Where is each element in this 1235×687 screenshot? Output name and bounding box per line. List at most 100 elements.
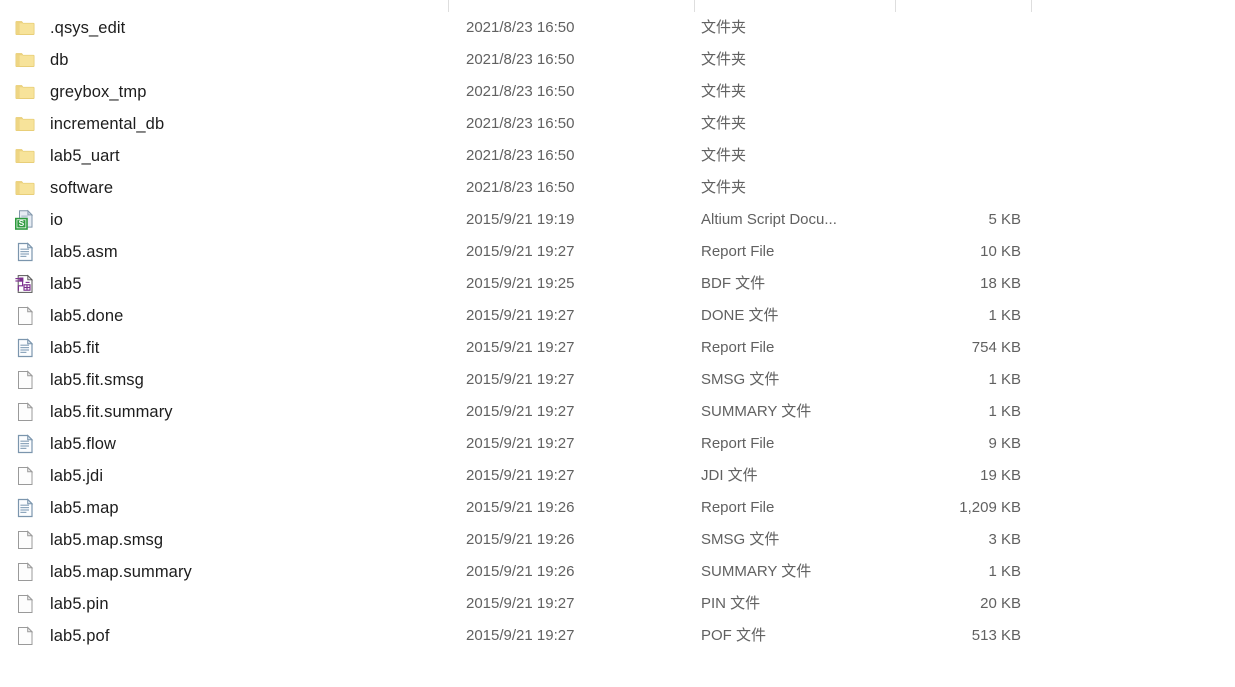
- blank-document-icon: [14, 465, 36, 487]
- folder-icon: [14, 81, 36, 103]
- file-row[interactable]: lab5.jdi 2015/9/21 19:27 JDI 文件 19 KB: [0, 460, 1235, 492]
- file-row[interactable]: greybox_tmp 2021/8/23 16:50 文件夹: [0, 76, 1235, 108]
- blank-document-icon: [14, 305, 36, 327]
- file-name-cell[interactable]: software: [14, 172, 113, 204]
- blank-document-icon: [14, 593, 36, 615]
- file-date-modified: 2021/8/23 16:50: [466, 51, 575, 68]
- file-row[interactable]: lab5.pin 2015/9/21 19:27 PIN 文件 20 KB: [0, 588, 1235, 620]
- file-row[interactable]: Sio 2015/9/21 19:19 Altium Script Docu... 5…: [0, 204, 1235, 236]
- file-size: 1 KB: [988, 403, 1021, 420]
- file-row[interactable]: lab5.map.summary 2015/9/21 19:26 SUMMARY 文…: [0, 556, 1235, 588]
- column-header-row[interactable]: [0, 0, 1235, 12]
- file-type: 文件夹: [701, 51, 747, 68]
- file-row[interactable]: lab5.done 2015/9/21 19:27 DONE 文件 1 KB: [0, 300, 1235, 332]
- folder-icon: [14, 145, 36, 167]
- file-name-label: lab5.jdi: [50, 466, 104, 485]
- file-name-cell[interactable]: lab5.map.summary: [14, 556, 192, 588]
- column-divider-1[interactable]: [694, 0, 695, 12]
- file-date-modified: 2021/8/23 16:50: [466, 19, 575, 36]
- blank-document-icon: [14, 529, 36, 551]
- file-type: JDI 文件: [701, 467, 758, 484]
- file-name-cell[interactable]: lab5.map: [14, 492, 119, 524]
- file-name-cell[interactable]: lab5.map.smsg: [14, 524, 163, 556]
- file-row[interactable]: lab5.map.smsg 2015/9/21 19:26 SMSG 文件 3 KB: [0, 524, 1235, 556]
- file-name-label: greybox_tmp: [50, 82, 147, 101]
- folder-icon: [14, 17, 36, 39]
- file-name-cell[interactable]: lab5.asm: [14, 236, 118, 268]
- file-name-cell[interactable]: lab5: [14, 268, 82, 300]
- file-size: 1 KB: [988, 307, 1021, 324]
- file-name-label: lab5.fit.summary: [50, 402, 173, 421]
- file-name-label: lab5.done: [50, 306, 124, 325]
- file-date-modified: 2015/9/21 19:27: [466, 403, 575, 420]
- file-name-cell[interactable]: lab5_uart: [14, 140, 120, 172]
- blank-document-icon: [14, 369, 36, 391]
- column-divider-3[interactable]: [1031, 0, 1032, 12]
- bdf-schematic-icon: [14, 273, 36, 295]
- file-date-modified: 2015/9/21 19:27: [466, 371, 575, 388]
- file-name-cell[interactable]: db: [14, 44, 69, 76]
- file-size: 1,209 KB: [959, 499, 1021, 516]
- file-type: BDF 文件: [701, 275, 766, 292]
- file-row[interactable]: lab5.fit.summary 2015/9/21 19:27 SUMMARY 文…: [0, 396, 1235, 428]
- file-row[interactable]: lab5 2015/9/21 19:25 BDF 文件 18 KB: [0, 268, 1235, 300]
- file-size: [881, 12, 1021, 44]
- file-row[interactable]: db 2021/8/23 16:50 文件夹: [0, 44, 1235, 76]
- file-size: 513 KB: [971, 627, 1021, 644]
- file-row[interactable]: .qsys_edit 2021/8/23 16:50 文件夹: [0, 12, 1235, 44]
- file-row[interactable]: software 2021/8/23 16:50 文件夹: [0, 172, 1235, 204]
- folder-icon: [14, 113, 36, 135]
- file-size: 10 KB: [980, 243, 1021, 260]
- file-name-label: lab5.fit: [50, 338, 100, 357]
- file-row[interactable]: lab5.fit.smsg 2015/9/21 19:27 SMSG 文件 1 KB: [0, 364, 1235, 396]
- file-name-cell[interactable]: lab5.fit.summary: [14, 396, 173, 428]
- report-document-icon: [14, 497, 36, 519]
- file-name-label: .qsys_edit: [50, 18, 126, 37]
- file-size: 3 KB: [988, 531, 1021, 548]
- file-list: .qsys_edit 2021/8/23 16:50 文件夹 db 2021/8/23 …: [0, 12, 1235, 652]
- file-row[interactable]: lab5_uart 2021/8/23 16:50 文件夹: [0, 140, 1235, 172]
- file-name-cell[interactable]: lab5.pof: [14, 620, 110, 652]
- file-type: Report File: [701, 499, 775, 516]
- file-name-cell[interactable]: lab5.flow: [14, 428, 116, 460]
- file-size: [881, 172, 1021, 204]
- file-type: 文件夹: [701, 179, 747, 196]
- file-type: DONE 文件: [701, 307, 779, 324]
- file-type: 文件夹: [701, 83, 747, 100]
- file-name-cell[interactable]: greybox_tmp: [14, 76, 146, 108]
- file-row[interactable]: lab5.asm 2015/9/21 19:27 Report File 10 KB: [0, 236, 1235, 268]
- file-name-cell[interactable]: lab5.fit: [14, 332, 99, 364]
- blank-document-icon: [14, 401, 36, 423]
- report-document-icon: [14, 241, 36, 263]
- file-type: POF 文件: [701, 627, 767, 644]
- file-name-cell[interactable]: Sio: [14, 204, 63, 236]
- file-date-modified: 2015/9/21 19:26: [466, 531, 575, 548]
- file-name-cell[interactable]: lab5.done: [14, 300, 123, 332]
- file-name-label: io: [50, 210, 64, 229]
- report-document-icon: [14, 337, 36, 359]
- file-explorer-details-view: .qsys_edit 2021/8/23 16:50 文件夹 db 2021/8/23 …: [0, 0, 1235, 687]
- file-date-modified: 2015/9/21 19:27: [466, 467, 575, 484]
- file-name-cell[interactable]: incremental_db: [14, 108, 164, 140]
- file-date-modified: 2015/9/21 19:26: [466, 563, 575, 580]
- file-name-cell[interactable]: lab5.jdi: [14, 460, 103, 492]
- file-name-cell[interactable]: .qsys_edit: [14, 12, 125, 44]
- file-date-modified: 2021/8/23 16:50: [466, 147, 575, 164]
- file-size: [881, 140, 1021, 172]
- file-row[interactable]: lab5.fit 2015/9/21 19:27 Report File 754 KB: [0, 332, 1235, 364]
- report-document-icon: [14, 433, 36, 455]
- file-date-modified: 2015/9/21 19:27: [466, 595, 575, 612]
- file-row[interactable]: incremental_db 2021/8/23 16:50 文件夹: [0, 108, 1235, 140]
- file-name-cell[interactable]: lab5.fit.smsg: [14, 364, 144, 396]
- file-row[interactable]: lab5.flow 2015/9/21 19:27 Report File 9 KB: [0, 428, 1235, 460]
- file-type: Report File: [701, 435, 775, 452]
- file-name-label: lab5.pof: [50, 626, 110, 645]
- column-divider-2[interactable]: [895, 0, 896, 12]
- file-type: 文件夹: [701, 147, 747, 164]
- file-row[interactable]: lab5.map 2015/9/21 19:26 Report File 1,209 …: [0, 492, 1235, 524]
- file-date-modified: 2015/9/21 19:27: [466, 307, 575, 324]
- file-name-label: lab5.map.summary: [50, 562, 192, 581]
- column-divider-0[interactable]: [448, 0, 449, 12]
- file-row[interactable]: lab5.pof 2015/9/21 19:27 POF 文件 513 KB: [0, 620, 1235, 652]
- file-name-cell[interactable]: lab5.pin: [14, 588, 109, 620]
